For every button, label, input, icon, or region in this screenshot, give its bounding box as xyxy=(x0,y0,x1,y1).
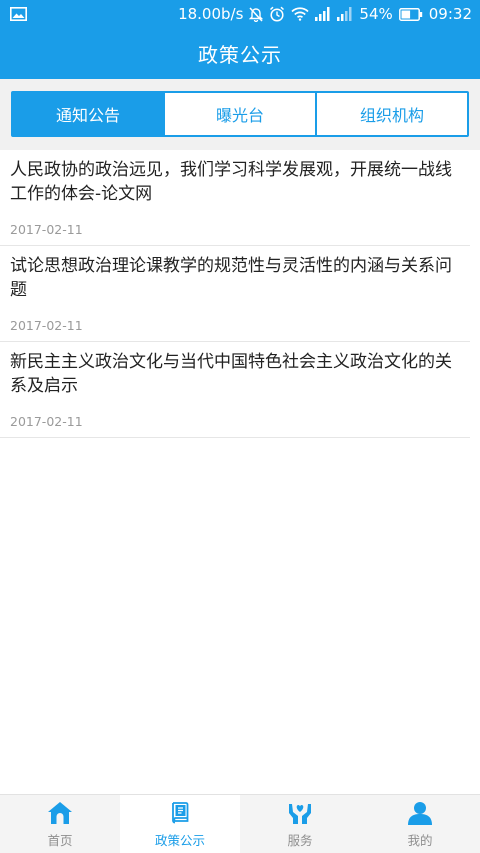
nav-item-policy[interactable]: 政策公示 xyxy=(120,795,240,853)
tab-strip: 通知公告 曝光台 组织机构 xyxy=(0,79,480,150)
battery-icon xyxy=(398,7,422,21)
battery-percent: 54% xyxy=(359,5,393,23)
nav-label: 政策公示 xyxy=(154,833,205,848)
nav-label: 首页 xyxy=(47,833,73,848)
page-title: 政策公示 xyxy=(198,43,282,67)
bottom-nav: 首页 政策公示 服务 我的 xyxy=(0,794,480,853)
tab-exposure[interactable]: 曝光台 xyxy=(163,93,315,135)
signal-icon xyxy=(315,7,330,21)
nav-label: 服务 xyxy=(287,833,313,848)
article-date: 2017-02-11 xyxy=(10,222,83,237)
article-title: 人民政协的政治远见，我们学习科学发展观，开展统一战线工作的体会-论文网 xyxy=(10,160,452,204)
list-item[interactable]: 人民政协的政治远见，我们学习科学发展观，开展统一战线工作的体会-论文网 2017… xyxy=(0,150,470,246)
home-icon xyxy=(48,802,72,824)
status-bar: 18.00b/s 54% 09:32 xyxy=(0,0,480,28)
segmented-tabs: 通知公告 曝光台 组织机构 xyxy=(11,91,469,137)
nav-item-home[interactable]: 首页 xyxy=(0,795,120,853)
tab-organization[interactable]: 组织机构 xyxy=(315,93,467,135)
image-icon xyxy=(10,7,27,21)
title-bar: 政策公示 xyxy=(0,28,480,79)
article-title: 试论思想政治理论课教学的规范性与灵活性的内涵与关系问题 xyxy=(10,256,452,300)
list-item[interactable]: 试论思想政治理论课教学的规范性与灵活性的内涵与关系问题 2017-02-11 xyxy=(0,246,470,342)
network-speed: 18.00b/s xyxy=(178,5,244,23)
nav-item-profile[interactable]: 我的 xyxy=(360,795,480,853)
nav-label: 我的 xyxy=(407,833,433,848)
user-icon xyxy=(408,802,432,825)
status-time: 09:32 xyxy=(428,5,472,23)
mute-icon xyxy=(249,6,264,22)
app-screen: 18.00b/s 54% 09:32 政策公示 通知公告 曝光台 组织机构 人民… xyxy=(0,0,480,853)
signal-secondary-icon xyxy=(337,7,352,21)
tab-notices[interactable]: 通知公告 xyxy=(13,93,163,135)
article-date: 2017-02-11 xyxy=(10,414,83,429)
list-item[interactable]: 新民主主义政治文化与当代中国特色社会主义政治文化的关系及启示 2017-02-1… xyxy=(0,342,470,438)
article-title: 新民主主义政治文化与当代中国特色社会主义政治文化的关系及启示 xyxy=(10,352,452,396)
service-hands-icon xyxy=(289,804,311,824)
article-date: 2017-02-11 xyxy=(10,318,83,333)
nav-item-service[interactable]: 服务 xyxy=(240,795,360,853)
article-list: 人民政协的政治远见，我们学习科学发展观，开展统一战线工作的体会-论文网 2017… xyxy=(0,150,480,438)
alarm-icon xyxy=(270,6,285,22)
wifi-icon xyxy=(291,7,310,21)
policy-book-icon xyxy=(172,802,189,824)
